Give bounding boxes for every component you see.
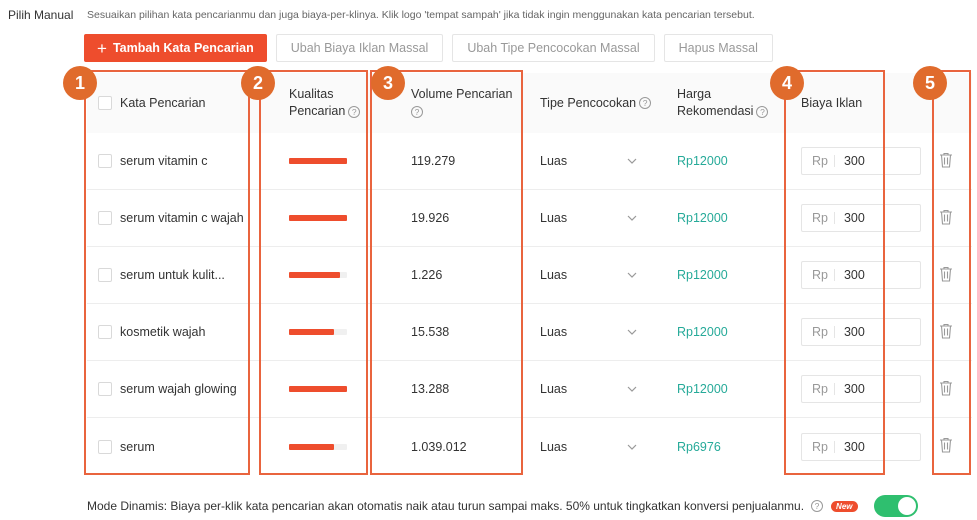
dynamic-mode-text: Mode Dinamis: Biaya per-klik kata pencar… [87, 499, 805, 513]
annotation-box-1 [84, 70, 250, 475]
match-type-select[interactable]: Luas [540, 211, 638, 225]
match-type-value: Luas [540, 439, 568, 454]
annotation-box-3 [370, 70, 523, 475]
help-icon[interactable]: ? [811, 500, 824, 512]
annotation-box-4 [784, 70, 885, 475]
match-type-select[interactable]: Luas [540, 325, 638, 339]
header-recommended-price: Harga Rekomendasi? [677, 86, 769, 120]
section-description: Sesuaikan pilihan kata pencarianmu dan j… [87, 9, 755, 21]
chevron-down-icon [627, 329, 637, 335]
dynamic-mode-toggle[interactable] [873, 495, 918, 517]
recommended-price: Rp12000 [677, 325, 728, 339]
help-icon[interactable]: ? [639, 97, 652, 110]
annotation-number-4: 4 [770, 66, 804, 100]
bulk-delete-button[interactable]: Hapus Massal [663, 34, 773, 62]
match-type-select[interactable]: Luas [540, 268, 638, 282]
add-keyword-button[interactable]: + Tambah Kata Pencarian [84, 34, 267, 62]
annotation-box-2 [259, 70, 368, 475]
add-keyword-label: Tambah Kata Pencarian [112, 41, 254, 55]
chevron-down-icon [627, 444, 637, 450]
annotation-number-2: 2 [241, 66, 275, 100]
match-type-value: Luas [540, 211, 568, 225]
dynamic-mode-bar: Mode Dinamis: Biaya per-klik kata pencar… [87, 495, 918, 517]
toggle-knob [897, 497, 916, 515]
bulk-edit-bid-button[interactable]: Ubah Biaya Iklan Massal [275, 34, 444, 62]
plus-icon: + [97, 38, 107, 58]
annotation-number-5: 5 [913, 66, 947, 100]
help-icon[interactable]: ? [756, 105, 769, 118]
match-type-value: Luas [540, 268, 568, 282]
new-badge: New [831, 500, 858, 512]
match-type-value: Luas [540, 382, 568, 396]
header-match-type: Tipe Pencocokan? [540, 95, 652, 112]
chevron-down-icon [627, 272, 637, 278]
recommended-price: Rp12000 [677, 268, 728, 282]
match-type-value: Luas [540, 325, 568, 339]
chevron-down-icon [627, 158, 637, 164]
annotation-number-1: 1 [63, 66, 97, 100]
annotation-box-5 [932, 70, 971, 475]
section-title: Pilih Manual [8, 8, 74, 22]
chevron-down-icon [627, 386, 637, 392]
recommended-price: Rp12000 [677, 211, 728, 225]
recommended-price: Rp12000 [677, 382, 728, 396]
bulk-edit-match-button[interactable]: Ubah Tipe Pencocokan Massal [452, 34, 655, 62]
chevron-down-icon [627, 215, 637, 221]
toolbar: + Tambah Kata Pencarian Ubah Biaya Iklan… [84, 34, 773, 62]
match-type-value: Luas [540, 154, 568, 168]
match-type-select[interactable]: Luas [540, 154, 638, 168]
annotation-number-3: 3 [371, 66, 405, 100]
recommended-price: Rp6976 [677, 439, 721, 454]
match-type-select[interactable]: Luas [540, 382, 638, 396]
match-type-select[interactable]: Luas [540, 440, 638, 454]
recommended-price: Rp12000 [677, 154, 728, 168]
